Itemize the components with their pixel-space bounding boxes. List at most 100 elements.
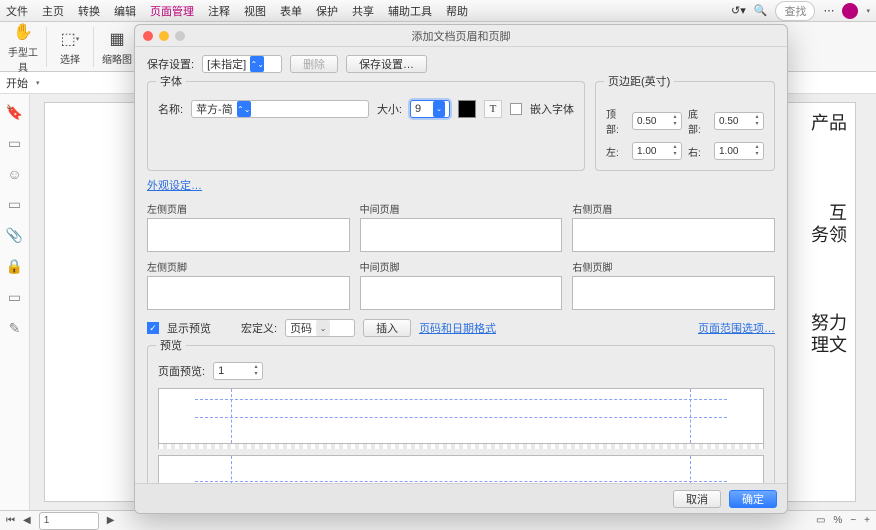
margin-bottom-label: 底部: xyxy=(688,106,708,136)
margin-left-input[interactable]: 1.00▴▾ xyxy=(632,142,682,160)
step-down-icon[interactable]: ▾ xyxy=(752,121,762,128)
save-settings-button[interactable]: 保存设置… xyxy=(346,55,427,73)
step-down-icon[interactable]: ▾ xyxy=(670,121,680,128)
menu-file[interactable]: 文件 xyxy=(6,3,28,19)
tab-dropdown-icon[interactable]: ▾ xyxy=(36,79,40,87)
user-dropdown-icon[interactable]: ▾ xyxy=(866,7,870,15)
layers-icon[interactable]: ▭ xyxy=(8,289,21,306)
pages-icon[interactable]: ▭ xyxy=(8,135,21,152)
margin-bottom-input[interactable]: 0.50▴▾ xyxy=(714,112,764,130)
sign-icon[interactable]: ✎ xyxy=(9,320,21,337)
menu-edit[interactable]: 编辑 xyxy=(114,3,136,19)
font-size-label: 大小: xyxy=(377,101,402,117)
font-group: 字体 名称: 苹方-简⌃⌄ 大小: 9⌄ T 嵌入字体 xyxy=(147,81,585,171)
side-panel: 🔖 ▭ ☺ ▭ 📎 🔒 ▭ ✎ xyxy=(0,94,30,510)
footer-right-label: 右侧页脚 xyxy=(572,259,775,274)
menu-annotate[interactable]: 注释 xyxy=(208,3,230,19)
dialog-footer: 取消 确定 xyxy=(135,483,787,513)
header-right-input[interactable] xyxy=(572,218,775,252)
dialog-title: 添加文档页眉和页脚 xyxy=(412,28,511,44)
tool-thumbnail[interactable]: ▦缩略图 xyxy=(98,27,136,66)
bookmark-icon[interactable]: 🔖 xyxy=(6,104,23,121)
attach-icon[interactable]: 📎 xyxy=(6,227,23,244)
step-down-icon[interactable]: ▾ xyxy=(670,151,680,158)
comments-icon[interactable]: ☺ xyxy=(7,166,21,182)
preview-header-page xyxy=(158,388,764,444)
underline-icon[interactable]: T xyxy=(484,100,502,118)
preview-footer-page xyxy=(158,455,764,483)
macro-select[interactable]: 页码⌄ xyxy=(285,319,355,337)
ok-button[interactable]: 确定 xyxy=(729,490,777,508)
torn-edge xyxy=(158,444,764,449)
step-up-icon[interactable]: ▴ xyxy=(251,364,261,371)
format-link[interactable]: 页码和日期格式 xyxy=(419,320,496,336)
header-center-input[interactable] xyxy=(360,218,563,252)
font-name-select[interactable]: 苹方-简⌃⌄ xyxy=(191,100,369,118)
menu-protect[interactable]: 保护 xyxy=(316,3,338,19)
history-icon[interactable]: ↺▾ xyxy=(731,4,746,17)
zoom-icon xyxy=(175,31,185,41)
menu-forms[interactable]: 表单 xyxy=(280,3,302,19)
menu-help[interactable]: 帮助 xyxy=(446,3,468,19)
save-settings-select[interactable]: [未指定]⌃⌄ xyxy=(202,55,282,73)
font-color-chip[interactable] xyxy=(458,100,476,118)
step-up-icon[interactable]: ▴ xyxy=(670,114,680,121)
menubar: 文件 主页 转换 编辑 页面管理 注释 视图 表单 保护 共享 辅助工具 帮助 … xyxy=(0,0,876,22)
insert-macro-button[interactable]: 插入 xyxy=(363,319,411,337)
tool-hand[interactable]: ✋手型工具 xyxy=(4,20,42,74)
zoom-out-icon[interactable]: − xyxy=(850,515,856,526)
bg-text: 务领 xyxy=(811,221,847,247)
lock-icon[interactable]: 🔒 xyxy=(6,258,23,275)
menu-view[interactable]: 视图 xyxy=(244,3,266,19)
delete-button: 删除 xyxy=(290,55,338,73)
embed-font-checkbox[interactable] xyxy=(510,103,522,115)
embed-font-label: 嵌入字体 xyxy=(530,101,574,117)
page-preview-input[interactable]: 1▴▾ xyxy=(213,362,263,380)
bg-text: 产品 xyxy=(811,109,847,135)
first-page-icon[interactable]: ⏮ xyxy=(6,515,15,526)
font-size-input[interactable]: 9⌄ xyxy=(410,100,450,118)
footer-right-input[interactable] xyxy=(572,276,775,310)
step-down-icon[interactable]: ▾ xyxy=(251,371,261,378)
user-avatar[interactable] xyxy=(842,3,858,19)
page-number-input[interactable]: 1 xyxy=(39,512,99,530)
page-preview-label: 页面预览: xyxy=(158,363,205,379)
prev-page-icon[interactable]: ◀ xyxy=(23,515,31,526)
cancel-button[interactable]: 取消 xyxy=(673,490,721,508)
header-right-label: 右侧页眉 xyxy=(572,201,775,216)
menu-share[interactable]: 共享 xyxy=(352,3,374,19)
fit-icon[interactable]: ▭ xyxy=(816,515,825,526)
header-left-input[interactable] xyxy=(147,218,350,252)
minimize-icon[interactable] xyxy=(159,31,169,41)
header-left-label: 左侧页眉 xyxy=(147,201,350,216)
more-icon[interactable]: ⋯ xyxy=(823,4,834,17)
menu-home[interactable]: 主页 xyxy=(42,3,64,19)
tab-start[interactable]: 开始 xyxy=(6,75,28,91)
tool-select[interactable]: ⬚▾选择 xyxy=(51,27,89,66)
margin-right-label: 右: xyxy=(688,144,708,159)
header-footer-dialog: 添加文档页眉和页脚 保存设置: [未指定]⌃⌄ 删除 保存设置… 字体 名称: … xyxy=(134,24,788,514)
zoom-in-icon[interactable]: + xyxy=(864,515,870,526)
menu-convert[interactable]: 转换 xyxy=(78,3,100,19)
step-up-icon[interactable]: ▴ xyxy=(752,114,762,121)
page-range-link[interactable]: 页面范围选项… xyxy=(698,320,775,336)
footer-center-input[interactable] xyxy=(360,276,563,310)
show-preview-checkbox[interactable]: ✓ xyxy=(147,322,159,334)
margin-top-input[interactable]: 0.50▴▾ xyxy=(632,112,682,130)
stamp-icon[interactable]: ▭ xyxy=(8,196,21,213)
footer-left-input[interactable] xyxy=(147,276,350,310)
close-icon[interactable] xyxy=(143,31,153,41)
font-group-label: 字体 xyxy=(156,73,186,89)
margin-right-input[interactable]: 1.00▴▾ xyxy=(714,142,764,160)
step-up-icon[interactable]: ▴ xyxy=(752,144,762,151)
next-page-icon[interactable]: ▶ xyxy=(107,515,115,526)
menu-page-manage[interactable]: 页面管理 xyxy=(150,3,194,19)
search-input[interactable]: 查找 xyxy=(775,1,815,21)
menu-assist[interactable]: 辅助工具 xyxy=(388,3,432,19)
chevron-down-icon: ⌄ xyxy=(316,320,330,336)
step-up-icon[interactable]: ▴ xyxy=(670,144,680,151)
preview-group-label: 预览 xyxy=(156,337,186,353)
step-down-icon[interactable]: ▾ xyxy=(752,151,762,158)
appearance-link[interactable]: 外观设定… xyxy=(147,177,202,193)
chevron-down-icon: ⌃⌄ xyxy=(250,56,264,72)
